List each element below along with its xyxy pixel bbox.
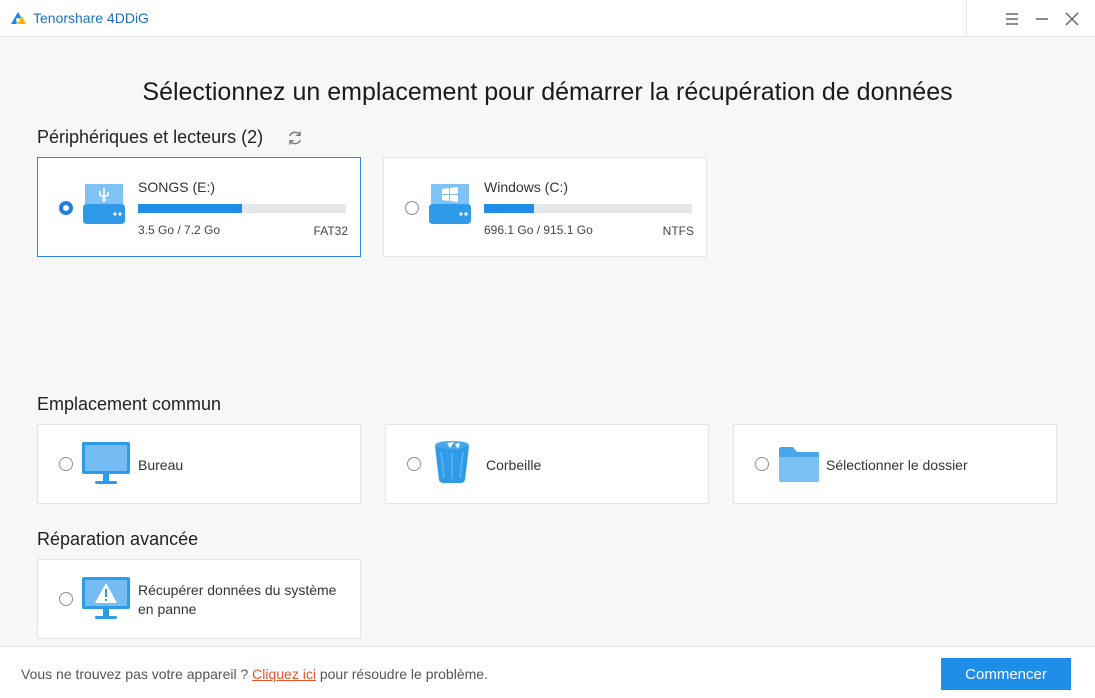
- drive-name: SONGS (E:): [138, 179, 216, 195]
- location-radio-crashed-system[interactable]: [59, 592, 73, 606]
- footer-help-text: Vous ne trouvez pas votre appareil ? Cli…: [21, 666, 488, 682]
- refresh-icon[interactable]: [286, 129, 304, 147]
- drive-radio-windows[interactable]: [405, 201, 419, 215]
- desktop-monitor-icon: [82, 442, 130, 484]
- location-card-select-folder[interactable]: Sélectionner le dossier: [733, 424, 1057, 504]
- app-logo-icon: [11, 12, 26, 24]
- usb-drive-icon: [83, 184, 125, 224]
- location-radio-desktop[interactable]: [59, 457, 73, 471]
- drive-card-songs[interactable]: SONGS (E:) 3.5 Go / 7.2 Go FAT32: [37, 157, 361, 257]
- drive-radio-songs[interactable]: [59, 201, 73, 215]
- title-bar-divider: [966, 0, 967, 37]
- drive-filesystem: FAT32: [313, 224, 348, 238]
- location-radio-recycle-bin[interactable]: [407, 457, 421, 471]
- crashed-system-monitor-icon: [82, 577, 130, 619]
- footer-text-after: pour résoudre le problème.: [315, 666, 488, 682]
- footer-text-before: Vous ne trouvez pas votre appareil ?: [21, 666, 253, 682]
- drive-size: 3.5 Go / 7.2 Go: [138, 223, 221, 237]
- help-link[interactable]: Cliquez ici: [252, 666, 316, 682]
- drive-usage-bar: [138, 204, 346, 213]
- location-label-line1: Récupérer données du système: [138, 582, 337, 598]
- location-radio-select-folder[interactable]: [755, 457, 769, 471]
- location-card-desktop[interactable]: Bureau: [37, 424, 361, 504]
- advanced-section-title: Réparation avancée: [37, 529, 199, 549]
- title-bar: Tenorshare 4DDiG: [0, 0, 1095, 37]
- drive-size: 696.1 Go / 915.1 Go: [484, 223, 593, 237]
- minimize-icon[interactable]: [1032, 9, 1052, 29]
- footer: Vous ne trouvez pas votre appareil ? Cli…: [0, 646, 1095, 698]
- folder-icon: [779, 447, 819, 482]
- start-button[interactable]: Commencer: [941, 658, 1071, 690]
- recycle-bin-icon: [435, 441, 469, 483]
- drive-name: Windows (C:): [484, 179, 569, 195]
- drive-usage-bar: [484, 204, 692, 213]
- location-card-crashed-system[interactable]: Récupérer données du système en panne: [37, 559, 361, 639]
- menu-icon[interactable]: [1002, 9, 1022, 29]
- drive-card-windows[interactable]: Windows (C:) 696.1 Go / 915.1 Go NTFS: [383, 157, 707, 257]
- close-icon[interactable]: [1062, 9, 1082, 29]
- drive-filesystem: NTFS: [662, 224, 694, 238]
- devices-section-title: Périphériques et lecteurs (2): [37, 127, 264, 147]
- common-section-title: Emplacement commun: [37, 394, 222, 414]
- location-label: Bureau: [138, 457, 184, 473]
- location-card-recycle-bin[interactable]: Corbeille: [385, 424, 709, 504]
- app-title: Tenorshare 4DDiG: [33, 10, 149, 26]
- page-title: Sélectionnez un emplacement pour démarre…: [142, 78, 953, 106]
- location-label: Sélectionner le dossier: [826, 457, 968, 473]
- location-label: Corbeille: [486, 457, 542, 473]
- windows-drive-icon: [429, 184, 471, 224]
- location-label-line2: en panne: [138, 601, 197, 617]
